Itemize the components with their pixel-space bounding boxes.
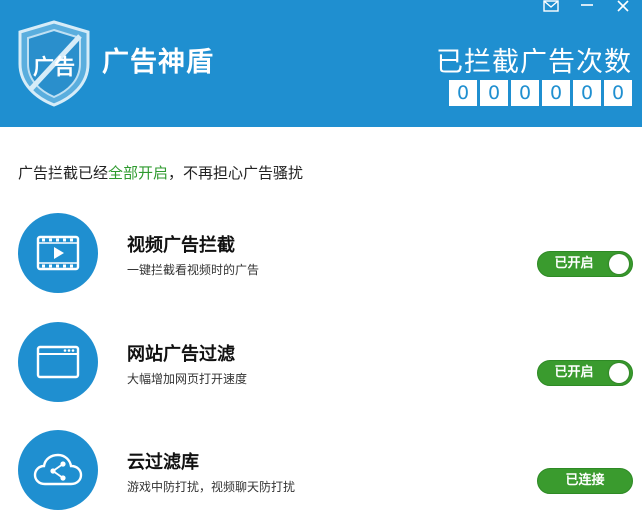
toggle-knob [609, 363, 629, 383]
counter-digit: 0 [542, 80, 570, 106]
feature-title: 网站广告过滤 [127, 344, 235, 365]
feature-website-ad-filter: 网站广告过滤 大幅增加网页打开速度 已开启 [0, 322, 642, 412]
toggle-knob [609, 254, 629, 274]
status-suffix: ，不再担心广告骚扰 [168, 164, 304, 182]
shield-logo-icon: 广告 [14, 18, 94, 108]
website-ad-filter-toggle[interactable]: 已开启 [537, 360, 633, 386]
cloud-share-icon [18, 430, 98, 510]
status-message: 广告拦截已经全部开启，不再担心广告骚扰 [18, 162, 303, 183]
status-highlight: 全部开启 [108, 164, 169, 182]
counter-digit: 0 [604, 80, 632, 106]
toggle-label: 已开启 [554, 365, 594, 380]
close-icon[interactable] [612, 0, 634, 14]
toggle-label: 已开启 [554, 256, 594, 271]
feature-description: 一键拦截看视频时的广告 [127, 263, 260, 277]
mail-icon[interactable] [540, 0, 562, 14]
logo-text: 广告 [33, 55, 75, 79]
status-prefix: 广告拦截已经 [18, 164, 109, 182]
cloud-filter-status-button[interactable]: 已连接 [537, 468, 633, 494]
counter-digit: 0 [573, 80, 601, 106]
counter-digit: 0 [480, 80, 508, 106]
counter-digit: 0 [511, 80, 539, 106]
counter-digit: 0 [449, 80, 477, 106]
browser-window-icon [18, 322, 98, 402]
blocked-counter: 0 0 0 0 0 0 [449, 80, 632, 106]
feature-video-ad-block: 视频广告拦截 一键拦截看视频时的广告 已开启 [0, 213, 642, 303]
feature-cloud-filter: 云过滤库 游戏中防打扰，视频聊天防打扰 已连接 [0, 430, 642, 510]
video-icon [18, 213, 98, 293]
blocked-counter-label: 已拦截广告次数 [436, 47, 632, 78]
video-ad-block-toggle[interactable]: 已开启 [537, 251, 633, 277]
header-bar: 广告 广告神盾 已拦截广告次数 0 0 0 0 0 0 [0, 0, 642, 127]
toggle-label: 已连接 [565, 473, 605, 488]
feature-title: 视频广告拦截 [127, 235, 235, 256]
minimize-icon[interactable] [576, 0, 598, 14]
feature-description: 游戏中防打扰，视频聊天防打扰 [127, 480, 296, 494]
window-controls [540, 0, 634, 14]
feature-description: 大幅增加网页打开速度 [127, 372, 248, 386]
app-title: 广告神盾 [102, 47, 214, 78]
feature-title: 云过滤库 [127, 452, 199, 473]
